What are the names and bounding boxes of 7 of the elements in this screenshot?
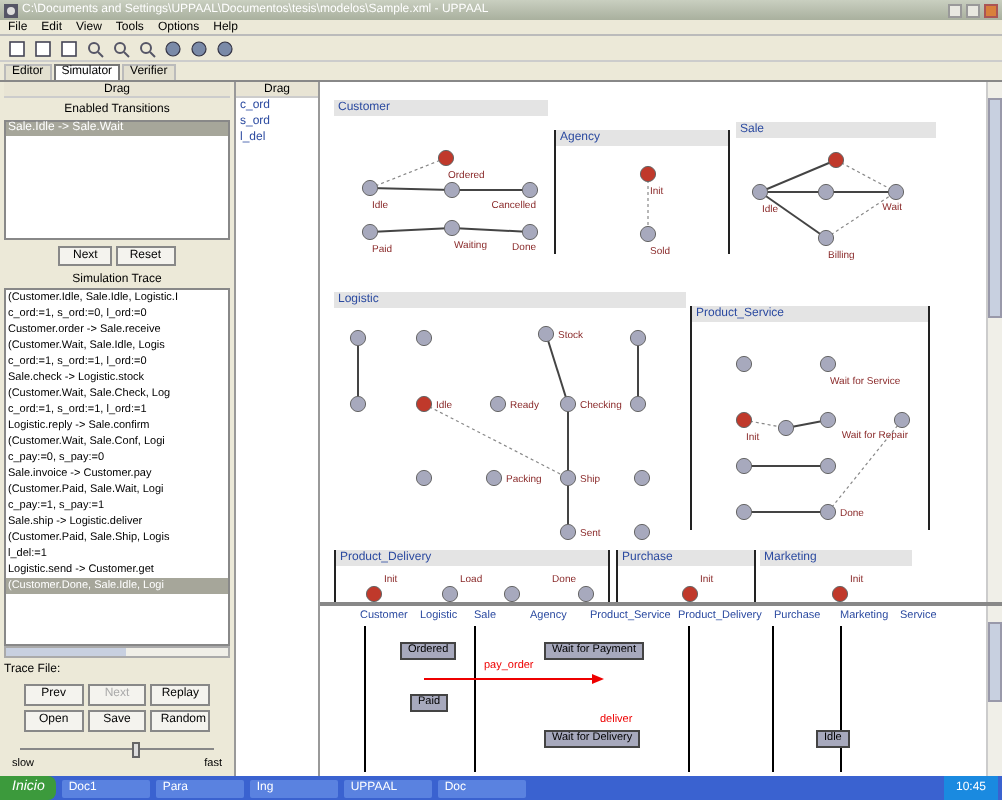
speed-slider[interactable] [20, 742, 214, 758]
close-button[interactable] [984, 3, 998, 17]
vertical-scrollbar[interactable] [986, 606, 1002, 776]
app-icon [4, 3, 18, 17]
zoom-icon[interactable] [86, 39, 104, 57]
vertical-scrollbar[interactable] [986, 82, 1002, 602]
horizontal-scrollbar[interactable] [4, 646, 230, 658]
